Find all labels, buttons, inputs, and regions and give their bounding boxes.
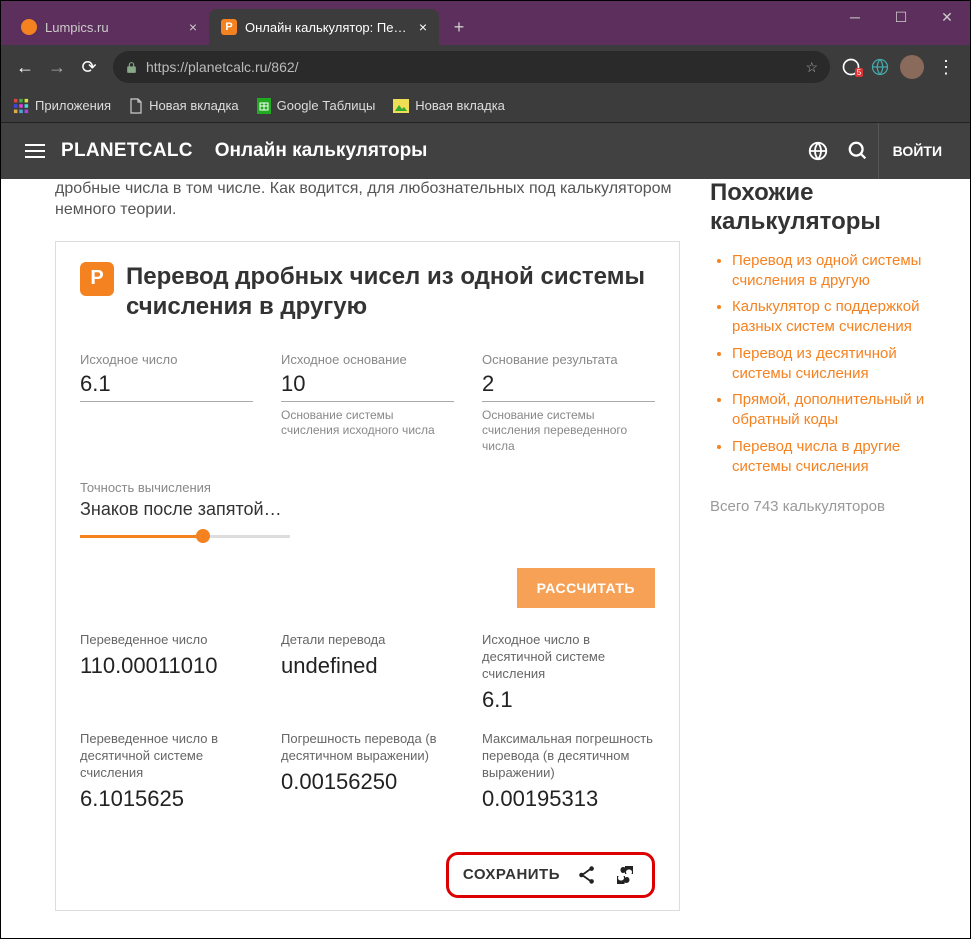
result-label: Исходное число в десятичной системе счис… bbox=[482, 632, 655, 683]
field-help: Основание системы счисления исходного чи… bbox=[281, 408, 454, 439]
browser-tab[interactable]: Lumpics.ru × bbox=[9, 9, 209, 45]
field-label: Исходное число bbox=[80, 352, 253, 367]
browser-tab[interactable]: P Онлайн калькулятор: Перевод ... × bbox=[209, 9, 439, 45]
result-value: 0.00156250 bbox=[281, 769, 454, 795]
search-icon[interactable] bbox=[838, 131, 878, 171]
bookmark-item[interactable]: Новая вкладка bbox=[129, 98, 239, 114]
url-input[interactable]: https://planetcalc.ru/862/ ☆ bbox=[113, 51, 830, 83]
field-label: Основание результата bbox=[482, 352, 655, 367]
field-help: Основание системы счисления переведенног… bbox=[482, 408, 655, 455]
calculate-button[interactable]: РАССЧИТАТЬ bbox=[517, 568, 655, 608]
profile-avatar[interactable] bbox=[900, 55, 924, 79]
share-icon[interactable] bbox=[576, 864, 598, 886]
window-maximize-button[interactable]: ☐ bbox=[878, 1, 924, 33]
precision-label: Точность вычисления bbox=[80, 480, 290, 495]
login-button[interactable]: ВОЙТИ bbox=[878, 123, 956, 179]
result-value: 6.1 bbox=[482, 687, 655, 713]
source-base-input[interactable]: 10 bbox=[281, 371, 454, 402]
action-row: СОХРАНИТЬ bbox=[446, 852, 655, 898]
sidebar-footer: Всего 743 калькуляторов bbox=[710, 495, 944, 519]
file-icon bbox=[129, 98, 143, 114]
new-tab-button[interactable]: + bbox=[445, 13, 473, 41]
bookmark-label: Приложения bbox=[35, 98, 111, 113]
sidebar-link[interactable]: Перевод числа в другие системы счисления bbox=[732, 438, 900, 475]
card-title: Перевод дробных чисел из одной системы с… bbox=[126, 262, 655, 322]
menu-hamburger-icon[interactable] bbox=[15, 144, 55, 158]
field-label: Исходное основание bbox=[281, 352, 454, 367]
puzzle-icon[interactable] bbox=[614, 863, 638, 887]
tab-title: Lumpics.ru bbox=[45, 20, 181, 35]
intro-text: дробные числа в том числе. Как водится, … bbox=[55, 179, 680, 221]
extension-globe-icon[interactable] bbox=[866, 53, 894, 81]
calculator-card: P Перевод дробных чисел из одной системы… bbox=[55, 241, 680, 911]
tab-favicon bbox=[21, 19, 37, 35]
precision-value: Знаков после запятой… bbox=[80, 499, 290, 520]
site-subtitle: Онлайн калькуляторы bbox=[215, 140, 428, 162]
bookmark-star-icon[interactable]: ☆ bbox=[805, 59, 818, 76]
site-header: PLANETCALC Онлайн калькуляторы ВОЙТИ bbox=[1, 123, 970, 179]
apps-grid-icon bbox=[13, 98, 29, 114]
sidebar-link[interactable]: Перевод из одной системы счисления в дру… bbox=[732, 252, 921, 289]
save-button[interactable]: СОХРАНИТЬ bbox=[463, 866, 560, 883]
sidebar-title: Похожие калькуляторы bbox=[710, 179, 944, 237]
language-globe-icon[interactable] bbox=[798, 131, 838, 171]
result-label: Переведенное число в десятичной системе … bbox=[80, 731, 253, 782]
bookmarks-bar: Приложения Новая вкладка Google Таблицы … bbox=[1, 89, 970, 123]
extension-icon[interactable]: 5 bbox=[838, 53, 866, 81]
bookmark-apps[interactable]: Приложения bbox=[13, 98, 111, 114]
bookmark-label: Новая вкладка bbox=[415, 98, 505, 113]
sidebar-link[interactable]: Калькулятор с поддержкой разных систем с… bbox=[732, 298, 919, 335]
precision-slider[interactable] bbox=[80, 528, 290, 546]
result-label: Детали перевода bbox=[281, 632, 454, 649]
result-value: 0.00195313 bbox=[482, 786, 655, 812]
browser-menu-button[interactable]: ⋮ bbox=[930, 51, 962, 83]
sidebar-link[interactable]: Прямой, дополнительный и обратный коды bbox=[732, 391, 924, 428]
sidebar: Похожие калькуляторы Перевод из одной си… bbox=[710, 179, 944, 928]
url-text: https://planetcalc.ru/862/ bbox=[146, 59, 797, 75]
nav-reload-button[interactable]: ⟳ bbox=[73, 51, 105, 83]
nav-forward-button[interactable]: → bbox=[41, 51, 73, 83]
bookmark-label: Google Таблицы bbox=[277, 98, 376, 113]
result-value: 6.1015625 bbox=[80, 786, 253, 812]
bookmark-item[interactable]: Новая вкладка bbox=[393, 98, 505, 113]
site-brand[interactable]: PLANETCALC bbox=[61, 140, 193, 162]
source-number-input[interactable]: 6.1 bbox=[80, 371, 253, 402]
address-bar: ← → ⟳ https://planetcalc.ru/862/ ☆ 5 ⋮ bbox=[1, 45, 970, 89]
image-icon bbox=[393, 99, 409, 113]
window-minimize-button[interactable]: ─ bbox=[832, 1, 878, 33]
result-label: Переведенное число bbox=[80, 632, 253, 649]
sidebar-link[interactable]: Перевод из десятичной системы счисления bbox=[732, 345, 897, 382]
bookmark-label: Новая вкладка bbox=[149, 98, 239, 113]
lock-icon bbox=[125, 61, 138, 74]
result-label: Погрешность перевода (в десятичном выраж… bbox=[281, 731, 454, 765]
result-value: undefined bbox=[281, 653, 454, 679]
tab-close-icon[interactable]: × bbox=[419, 19, 427, 35]
tab-close-icon[interactable]: × bbox=[189, 19, 197, 35]
sheets-icon bbox=[257, 98, 271, 114]
calculator-icon: P bbox=[80, 262, 114, 296]
tab-title: Онлайн калькулятор: Перевод ... bbox=[245, 20, 411, 35]
window-close-button[interactable]: ✕ bbox=[924, 1, 970, 33]
tab-favicon: P bbox=[221, 19, 237, 35]
result-value: 110.00011010 bbox=[80, 653, 253, 679]
nav-back-button[interactable]: ← bbox=[9, 51, 41, 83]
bookmark-item[interactable]: Google Таблицы bbox=[257, 98, 376, 114]
target-base-input[interactable]: 2 bbox=[482, 371, 655, 402]
result-label: Максимальная погрешность перевода (в дес… bbox=[482, 731, 655, 782]
